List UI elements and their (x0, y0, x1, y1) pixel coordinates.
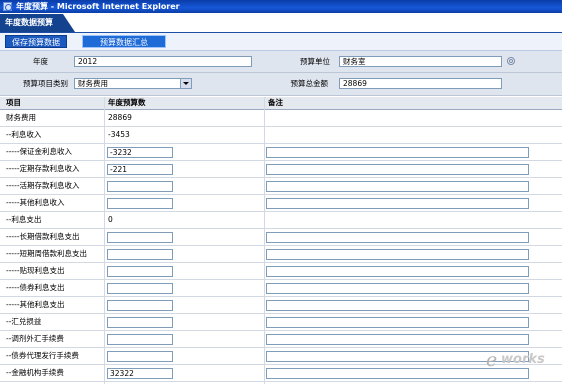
row-amount-input[interactable]: 32322 (107, 368, 173, 379)
table-row: -----贴现利息支出 (0, 263, 562, 280)
row-note-input[interactable] (266, 300, 529, 311)
tab-annual-budget[interactable]: 年度数据预算 (0, 14, 75, 32)
table-row: -----活期存款利息收入 (0, 178, 562, 195)
window-title: 年度预算 - Microsoft Internet Explorer (16, 2, 180, 11)
row-item-name: -----其他利息支出 (6, 300, 65, 309)
row-item-name: -----定期存款利息收入 (6, 164, 80, 173)
row-note-input[interactable] (266, 317, 529, 328)
table-header: 项目 年度预算数 备注 (0, 97, 562, 110)
row-item-name: -----短期周借款利息支出 (6, 249, 88, 258)
table-row: --利息收入 -3453 (0, 127, 562, 144)
category-label: 预算项目类别 (23, 79, 68, 88)
form-row-year-unit: 年度 2012 预算单位 财务室 (0, 51, 562, 73)
row-note-input[interactable] (266, 147, 529, 158)
watermark-word: works (501, 352, 545, 367)
toolbar: 保存预算数据 预算数据汇总 (0, 33, 562, 51)
row-item-name: --汇兑损益 (6, 317, 42, 326)
row-amount-value: 28869 (108, 113, 132, 122)
table-row: --调剂外汇手续费 (0, 331, 562, 348)
row-item-name: --调剂外汇手续费 (6, 334, 64, 343)
row-item-name: -----保证金利息收入 (6, 147, 73, 156)
select-unit-icon[interactable] (507, 57, 515, 65)
eworks-watermark-logo: e works (486, 349, 556, 371)
watermark-letter: e (486, 349, 498, 371)
row-item-name: --利息支出 (6, 215, 42, 224)
window-title-bar: 年度预算 - Microsoft Internet Explorer (0, 0, 562, 13)
row-amount-input[interactable] (107, 232, 173, 243)
row-item-name: --债券代理发行手续费 (6, 351, 79, 360)
table-row: 财务费用 28869 (0, 110, 562, 127)
table-row: -----债券利息支出 (0, 280, 562, 297)
save-budget-button[interactable]: 保存预算数据 (5, 35, 67, 48)
row-amount-input[interactable] (107, 181, 173, 192)
row-item-name: -----其他利息收入 (6, 198, 65, 207)
unit-label: 预算单位 (300, 57, 330, 66)
row-amount-input[interactable] (107, 249, 173, 260)
budget-table-body: 财务费用 28869 --利息收入 -3453 -----保证金利息收入 -3232 ---… (0, 110, 562, 384)
row-item-name: 财务费用 (6, 113, 36, 122)
row-note-input[interactable] (266, 232, 529, 243)
row-amount-input[interactable]: -3232 (107, 147, 173, 158)
form-row-category-total: 预算项目类别 财务费用 预算总金额 28869 (0, 73, 562, 96)
row-amount-input[interactable] (107, 334, 173, 345)
column-header-item: 项目 (6, 98, 21, 107)
row-note-input[interactable] (266, 181, 529, 192)
category-select[interactable]: 财务费用 (74, 78, 192, 89)
column-header-note: 备注 (268, 98, 283, 107)
chevron-down-icon[interactable] (180, 79, 191, 88)
row-amount-input[interactable] (107, 266, 173, 277)
total-input[interactable]: 28869 (339, 78, 502, 89)
row-item-name: --金融机构手续费 (6, 368, 64, 377)
year-label: 年度 (33, 57, 48, 66)
budget-summary-button[interactable]: 预算数据汇总 (82, 35, 166, 48)
row-amount-value: 0 (108, 215, 113, 224)
table-row: -----其他利息收入 (0, 195, 562, 212)
row-note-input[interactable] (266, 334, 529, 345)
category-select-value: 财务费用 (78, 79, 108, 88)
row-amount-input[interactable]: -221 (107, 164, 173, 175)
row-amount-input[interactable] (107, 351, 173, 362)
row-amount-input[interactable] (107, 300, 173, 311)
table-row: -----保证金利息收入 -3232 (0, 144, 562, 161)
row-note-input[interactable] (266, 198, 529, 209)
table-row: -----短期周借款利息支出 (0, 246, 562, 263)
row-item-name: -----债券利息支出 (6, 283, 65, 292)
table-row: -----定期存款利息收入 -221 (0, 161, 562, 178)
tab-bar: 年度数据预算 (0, 13, 562, 33)
row-amount-input[interactable] (107, 283, 173, 294)
column-header-amount: 年度预算数 (108, 98, 146, 107)
table-row: --债券代理发行手续费 (0, 348, 562, 365)
table-row: -----长期借款利息支出 (0, 229, 562, 246)
row-item-name: -----活期存款利息收入 (6, 181, 80, 190)
total-label: 预算总金额 (290, 79, 329, 88)
row-note-input[interactable] (266, 266, 529, 277)
row-item-name: -----贴现利息支出 (6, 266, 65, 275)
year-input[interactable]: 2012 (74, 56, 252, 67)
row-note-input[interactable] (266, 249, 529, 260)
row-amount-input[interactable] (107, 198, 173, 209)
row-item-name: --利息收入 (6, 130, 42, 139)
row-amount-value: -3453 (108, 130, 130, 139)
row-amount-input[interactable] (107, 317, 173, 328)
table-row: -----其他利息支出 (0, 297, 562, 314)
row-note-input[interactable] (266, 164, 529, 175)
table-row: --金融机构手续费 32322 (0, 365, 562, 382)
table-row: --汇兑损益 (0, 314, 562, 331)
table-row: --利息支出 0 (0, 212, 562, 229)
row-note-input[interactable] (266, 283, 529, 294)
internet-explorer-icon (3, 2, 12, 11)
unit-input[interactable]: 财务室 (339, 56, 502, 67)
row-item-name: -----长期借款利息支出 (6, 232, 80, 241)
budget-form: 年度 2012 预算单位 财务室 预算项目类别 财务费用 预算总金额 28869 (0, 51, 562, 96)
